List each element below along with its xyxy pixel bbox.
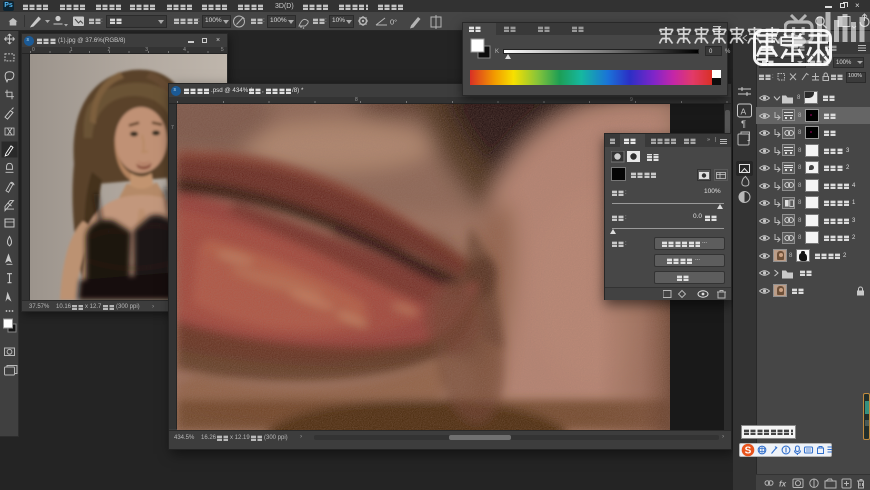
svg-text:¶: ¶: [741, 119, 746, 130]
svg-text:0°: 0°: [390, 18, 397, 27]
svg-text:fx: fx: [779, 480, 787, 489]
svg-text:A: A: [741, 107, 747, 117]
svg-text:S: S: [745, 446, 752, 457]
